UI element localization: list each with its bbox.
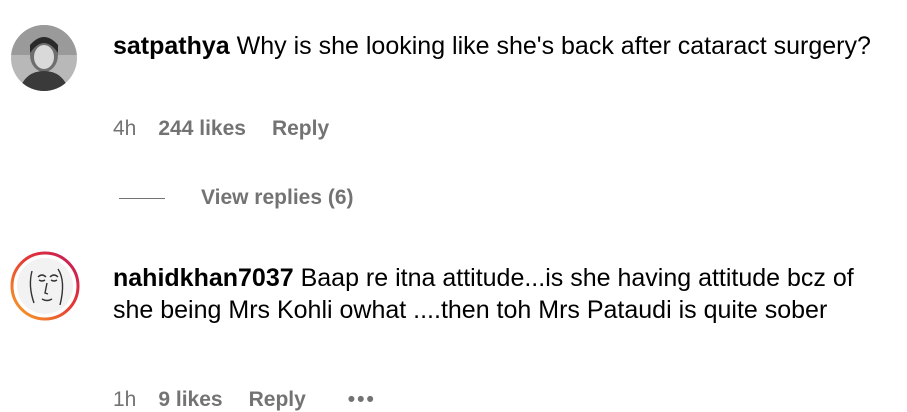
reply-button[interactable]: Reply [249,388,306,412]
comment-timestamp: 4h [113,117,137,140]
likes-count[interactable]: 244 likes [158,117,246,141]
likes-count[interactable]: 9 likes [158,388,222,412]
avatar[interactable] [11,25,77,91]
profile-photo-icon [11,25,77,91]
comment-username[interactable]: nahidkhan7037 [113,264,294,292]
comment-username[interactable]: satpathya [113,32,230,60]
divider-line [119,197,165,199]
avatar[interactable] [10,251,80,321]
comment-meta: 4h 244 likes Reply [113,117,329,141]
view-replies-button[interactable]: View replies (6) [119,186,354,210]
comment-item: satpathya Why is she looking like she's … [0,0,907,225]
more-options-icon[interactable]: ••• [348,388,376,412]
comment-body: satpathya Why is she looking like she's … [113,30,893,62]
comment-timestamp: 1h [113,388,137,411]
comment-item: nahidkhan7037 Baap re itna attitude...is… [0,240,907,411]
comment-text: Why is she looking like she's back after… [236,32,871,60]
reply-button[interactable]: Reply [272,117,329,141]
story-ring-icon [10,251,80,321]
view-replies-label: View replies (6) [201,186,354,209]
comment-meta: 1h 9 likes Reply ••• [113,388,376,412]
comment-body: nahidkhan7037 Baap re itna attitude...is… [113,262,893,326]
